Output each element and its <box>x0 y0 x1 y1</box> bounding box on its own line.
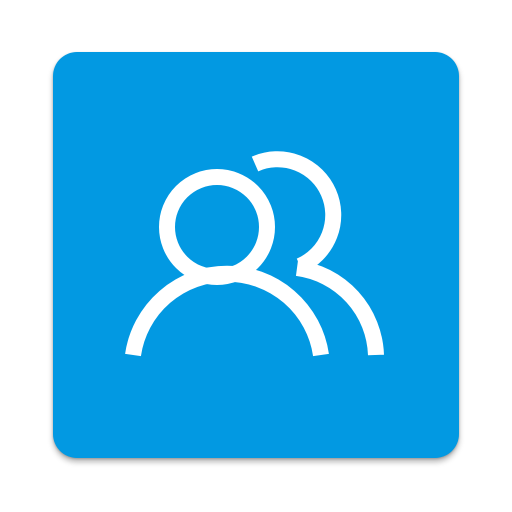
front-person-glyph <box>125 169 329 357</box>
icon-canvas <box>0 0 512 512</box>
people-icon <box>125 151 384 357</box>
app-icon-tile[interactable] <box>53 52 459 458</box>
